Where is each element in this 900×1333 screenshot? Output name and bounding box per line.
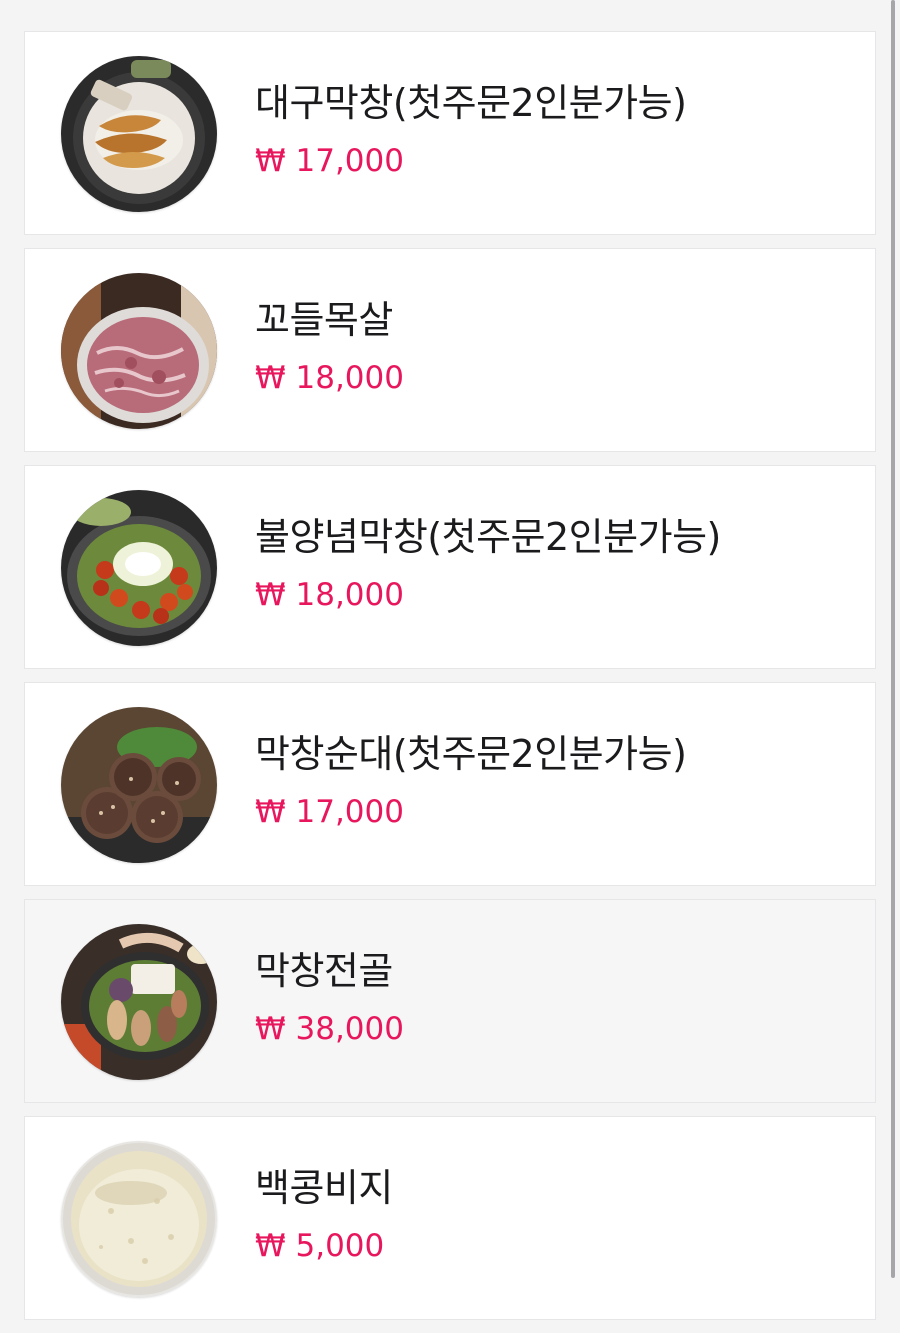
menu-item-image [61,707,217,863]
menu-item-image [61,273,217,429]
menu-item-price: ₩ 17,000 [255,794,404,830]
menu-item-price: ₩ 18,000 [255,360,404,396]
menu-item-name: 막창전골 [255,949,393,993]
menu-item-price: ₩ 17,000 [255,143,404,179]
menu-item-price: ₩ 38,000 [255,1011,404,1047]
menu-item[interactable]: 꼬들목살 ₩ 18,000 [24,248,876,452]
menu-item-name: 불양념막창(첫주문2인분가능) [255,515,721,559]
menu-list: 대구막창(첫주문2인분가능) ₩ 17,000 꼬들목살 ₩ 18,000 불양… [24,31,876,1333]
menu-item-image [61,1141,217,1297]
menu-item[interactable]: 불양념막창(첫주문2인분가능) ₩ 18,000 [24,465,876,669]
menu-item[interactable]: 백콩비지 ₩ 5,000 [24,1116,876,1320]
scrollbar[interactable] [891,0,895,1278]
menu-item-price: ₩ 5,000 [255,1228,385,1264]
menu-item-image [61,56,217,212]
menu-item[interactable]: 막창전골 ₩ 38,000 [24,899,876,1103]
menu-item[interactable]: 대구막창(첫주문2인분가능) ₩ 17,000 [24,31,876,235]
menu-item-name: 백콩비지 [255,1166,393,1210]
menu-item-name: 대구막창(첫주문2인분가능) [255,81,687,125]
menu-item-name: 꼬들목살 [255,298,393,342]
menu-item-image [61,924,217,1080]
menu-item-image [61,490,217,646]
menu-item[interactable]: 막창순대(첫주문2인분가능) ₩ 17,000 [24,682,876,886]
menu-item-price: ₩ 18,000 [255,577,404,613]
menu-item-name: 막창순대(첫주문2인분가능) [255,732,687,776]
